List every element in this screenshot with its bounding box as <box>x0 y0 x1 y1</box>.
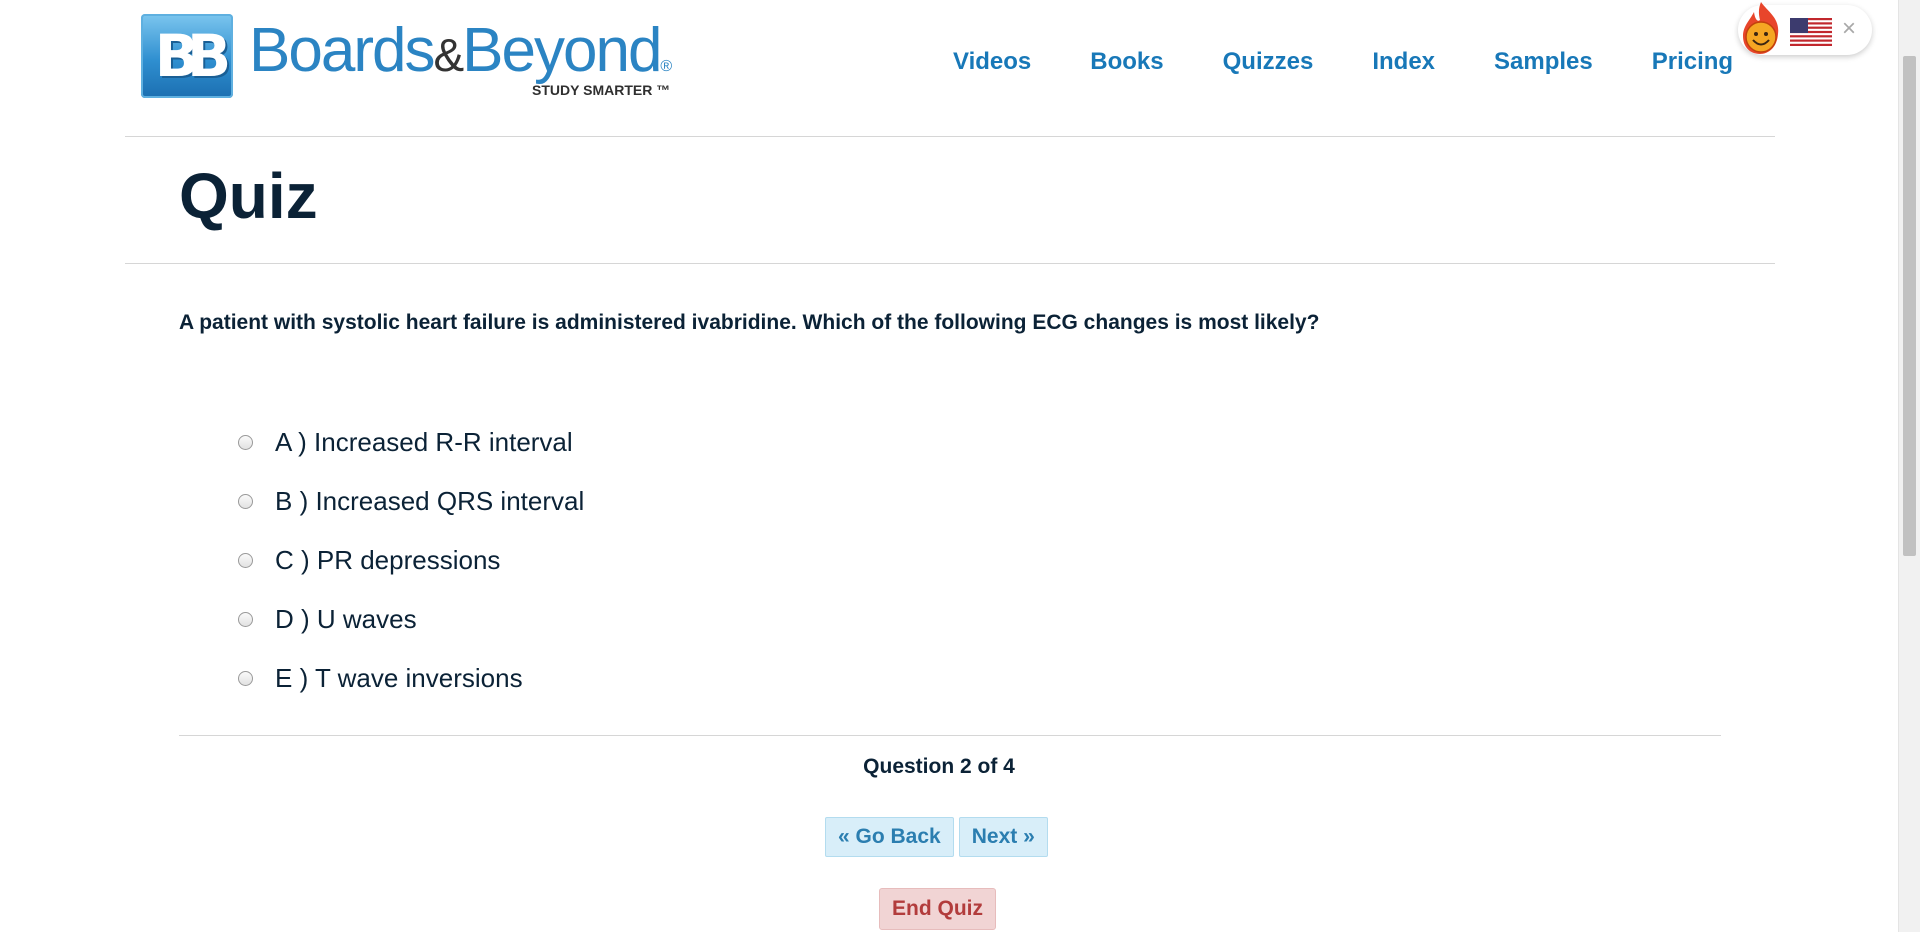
logo-word-beyond: Beyond <box>462 16 662 85</box>
nav-samples[interactable]: Samples <box>1494 48 1593 76</box>
logo-tagline: STUDY SMARTER ™ <box>532 82 671 98</box>
scrollbar-thumb[interactable] <box>1903 56 1916 556</box>
quiz-navigation: « Go Back Next » <box>825 817 1053 857</box>
answer-option-e[interactable]: E ) T wave inversions <box>238 649 584 708</box>
logo-ampersand: & <box>433 29 464 81</box>
page-container: BB Boards&Beyond® STUDY SMARTER ™ Videos… <box>125 0 1775 264</box>
answer-option-c[interactable]: C ) PR depressions <box>238 531 584 590</box>
nav-videos[interactable]: Videos <box>953 48 1031 76</box>
option-label-a[interactable]: A ) Increased R-R interval <box>275 427 573 458</box>
option-label-c[interactable]: C ) PR depressions <box>275 545 500 576</box>
radio-option-b[interactable] <box>238 494 253 509</box>
logo-text: Boards&Beyond® STUDY SMARTER ™ <box>249 14 672 99</box>
nav-index[interactable]: Index <box>1372 48 1435 76</box>
hola-flame-icon[interactable] <box>1738 0 1784 56</box>
logo-registered: ® <box>660 58 672 75</box>
answer-option-b[interactable]: B ) Increased QRS interval <box>238 472 584 531</box>
option-label-d[interactable]: D ) U waves <box>275 604 417 635</box>
next-button[interactable]: Next » <box>958 817 1048 857</box>
answer-option-a[interactable]: A ) Increased R-R interval <box>238 413 584 472</box>
go-back-button[interactable]: « Go Back <box>825 817 954 857</box>
answer-options: A ) Increased R-R interval B ) Increased… <box>238 413 584 708</box>
boards-beyond-logo[interactable]: BB Boards&Beyond® STUDY SMARTER ™ <box>141 14 672 99</box>
nav-pricing[interactable]: Pricing <box>1652 48 1733 76</box>
divider <box>179 735 1721 736</box>
end-quiz-button[interactable]: End Quiz <box>879 888 996 930</box>
radio-option-d[interactable] <box>238 612 253 627</box>
radio-option-e[interactable] <box>238 671 253 686</box>
vertical-scrollbar[interactable] <box>1898 0 1920 932</box>
option-label-e[interactable]: E ) T wave inversions <box>275 663 523 694</box>
option-label-b[interactable]: B ) Increased QRS interval <box>275 486 584 517</box>
question-progress: Question 2 of 4 <box>863 755 1015 778</box>
site-header: BB Boards&Beyond® STUDY SMARTER ™ Videos… <box>125 0 1775 137</box>
nav-books[interactable]: Books <box>1090 48 1163 76</box>
radio-option-a[interactable] <box>238 435 253 450</box>
radio-option-c[interactable] <box>238 553 253 568</box>
title-row: Quiz <box>125 137 1775 264</box>
nav-quizzes[interactable]: Quizzes <box>1223 48 1314 76</box>
close-icon[interactable]: × <box>1842 17 1856 41</box>
logo-word-boards: Boards <box>249 16 435 85</box>
question-text: A patient with systolic heart failure is… <box>179 311 1320 334</box>
logo-badge: BB <box>141 14 233 98</box>
page-title: Quiz <box>179 160 318 232</box>
main-nav: Videos Books Quizzes Index Samples Prici… <box>953 48 1733 76</box>
us-flag-icon[interactable] <box>1790 18 1832 46</box>
answer-option-d[interactable]: D ) U waves <box>238 590 584 649</box>
